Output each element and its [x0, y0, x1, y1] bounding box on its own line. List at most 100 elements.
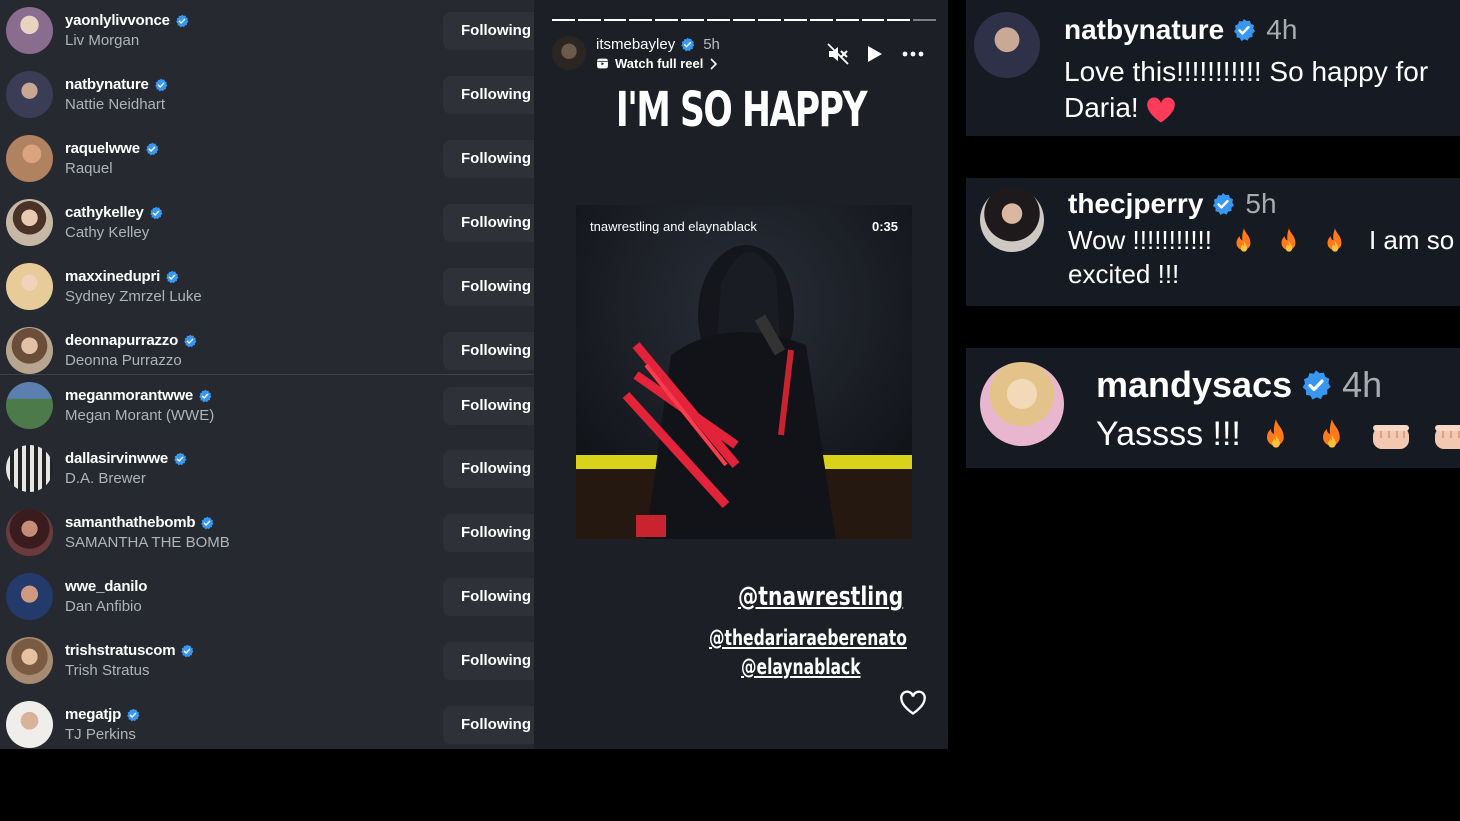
comment-header: thecjperry 5h	[1068, 188, 1277, 220]
comment-text: Wow !!!!!!!!!!! I am so excited !!!	[1068, 225, 1455, 289]
following-button[interactable]: Following	[443, 140, 534, 178]
list-item[interactable]: samanthathebomb SAMANTHA THE BOMB Follow…	[0, 502, 534, 564]
verified-badge-icon	[1300, 369, 1332, 401]
verified-badge-icon	[175, 14, 189, 28]
watch-full-reel-label: Watch full reel	[615, 56, 704, 71]
video-duration: 0:35	[871, 219, 898, 234]
list-item[interactable]: megatjp TJ Perkins Following	[0, 694, 534, 756]
comment-username[interactable]: natbynature	[1064, 14, 1224, 46]
verified-badge-icon	[126, 708, 140, 722]
username[interactable]: wwe_danilo	[65, 578, 147, 595]
avatar[interactable]	[974, 12, 1040, 78]
full-name: Megan Morant (WWE)	[65, 407, 215, 424]
comment-card: natbynature 4h Love this!!!!!!!!!!! So h…	[966, 0, 1460, 136]
following-button[interactable]: Following	[443, 204, 534, 242]
avatar[interactable]	[6, 327, 53, 374]
avatar[interactable]	[6, 637, 53, 684]
following-button[interactable]: Following	[443, 332, 534, 370]
username[interactable]: trishstratuscom	[65, 642, 194, 659]
username[interactable]: maxxinedupri	[65, 268, 179, 285]
following-button[interactable]: Following	[443, 514, 534, 552]
avatar[interactable]	[6, 573, 53, 620]
red-heart-icon	[1146, 96, 1176, 124]
comment-time: 5h	[1245, 188, 1277, 219]
more-icon[interactable]	[901, 42, 925, 66]
verified-badge-icon	[145, 142, 159, 156]
username[interactable]: cathykelley	[65, 204, 163, 221]
verified-badge-icon	[173, 452, 187, 466]
comment-header: mandysacs 4h	[1096, 364, 1382, 406]
list-item[interactable]: dallasirvinwwe D.A. Brewer Following	[0, 438, 534, 500]
mention-elaynablack[interactable]: @elaynablack	[741, 655, 861, 679]
avatar[interactable]	[6, 7, 53, 54]
embedded-video[interactable]: tnawrestling and elaynablack 0:35	[576, 205, 912, 539]
story-viewer: itsmebayley 5h Watch full reel I'M SO HA…	[534, 0, 948, 749]
verified-badge-icon	[154, 78, 168, 92]
avatar[interactable]	[6, 135, 53, 182]
following-button[interactable]: Following	[443, 706, 534, 744]
username[interactable]: raquelwwe	[65, 140, 159, 157]
story-headline: I'M SO HAPPY	[615, 82, 868, 138]
full-name: TJ Perkins	[65, 726, 136, 743]
full-name: D.A. Brewer	[65, 470, 146, 487]
list-item[interactable]: raquelwwe Raquel Following	[0, 128, 534, 190]
list-item[interactable]: meganmorantwwe Megan Morant (WWE) Follow…	[0, 374, 534, 436]
heart-icon[interactable]	[899, 690, 927, 716]
following-button[interactable]: Following	[443, 12, 534, 50]
following-button[interactable]: Following	[443, 387, 534, 425]
username[interactable]: samanthathebomb	[65, 514, 214, 531]
list-item[interactable]: wwe_danilo Dan Anfibio Following	[0, 566, 534, 628]
fist-icon	[1433, 421, 1460, 451]
avatar[interactable]	[6, 263, 53, 310]
avatar[interactable]	[6, 445, 53, 492]
comment-username[interactable]: thecjperry	[1068, 188, 1203, 220]
username[interactable]: megatjp	[65, 706, 140, 723]
mute-icon[interactable]	[826, 42, 850, 66]
video-frame-image	[576, 205, 912, 539]
list-item[interactable]: cathykelley Cathy Kelley Following	[0, 192, 534, 254]
full-name: Raquel	[65, 160, 113, 177]
comment-time: 4h	[1342, 364, 1383, 405]
avatar[interactable]	[6, 701, 53, 748]
following-button[interactable]: Following	[443, 450, 534, 488]
verified-badge-icon	[1232, 18, 1256, 42]
following-list: yaonlylivvonce Liv Morgan Following natb…	[0, 0, 534, 749]
fire-icon	[1231, 227, 1257, 257]
comment-username[interactable]: mandysacs	[1096, 364, 1292, 406]
username[interactable]: meganmorantwwe	[65, 387, 212, 404]
username[interactable]: dallasirvinwwe	[65, 450, 187, 467]
mention-thedariaraeberenato[interactable]: @thedariaraeberenato	[709, 626, 907, 650]
avatar[interactable]	[980, 188, 1044, 252]
avatar[interactable]	[6, 509, 53, 556]
list-item[interactable]: natbynature Nattie Neidhart Following	[0, 64, 534, 126]
story-avatar[interactable]	[552, 36, 586, 70]
username[interactable]: natbynature	[65, 76, 168, 93]
list-item[interactable]: yaonlylivvonce Liv Morgan Following	[0, 0, 534, 62]
verified-badge-icon	[198, 389, 212, 403]
list-item[interactable]: deonnapurrazzo Deonna Purrazzo Following	[0, 320, 534, 382]
avatar[interactable]	[6, 199, 53, 246]
reel-icon	[597, 58, 608, 69]
following-button[interactable]: Following	[443, 268, 534, 306]
mention-tnawrestling[interactable]: @tnawrestling	[738, 582, 903, 612]
username[interactable]: yaonlylivvonce	[65, 12, 189, 29]
play-icon[interactable]	[862, 42, 886, 66]
comment-header: natbynature 4h	[1064, 14, 1297, 46]
avatar[interactable]	[6, 71, 53, 118]
full-name: Nattie Neidhart	[65, 96, 166, 113]
comment-card: mandysacs 4h Yassss !!!	[966, 348, 1460, 468]
username[interactable]: deonnapurrazzo	[65, 332, 197, 349]
watch-full-reel-link[interactable]: Watch full reel	[596, 56, 718, 71]
comment-time: 4h	[1266, 14, 1298, 45]
following-button[interactable]: Following	[443, 76, 534, 114]
avatar[interactable]	[980, 362, 1064, 446]
list-item[interactable]: maxxinedupri Sydney Zmrzel Luke Followin…	[0, 256, 534, 318]
video-label: tnawrestling and elaynablack	[590, 219, 757, 234]
avatar[interactable]	[6, 382, 53, 429]
following-button[interactable]: Following	[443, 642, 534, 680]
following-button[interactable]: Following	[443, 578, 534, 616]
story-username[interactable]: itsmebayley	[596, 36, 675, 53]
comment-text: Love this!!!!!!!!!!! So happy for Daria!	[1064, 56, 1429, 124]
list-item[interactable]: trishstratuscom Trish Stratus Following	[0, 630, 534, 692]
verified-badge-icon	[149, 206, 163, 220]
